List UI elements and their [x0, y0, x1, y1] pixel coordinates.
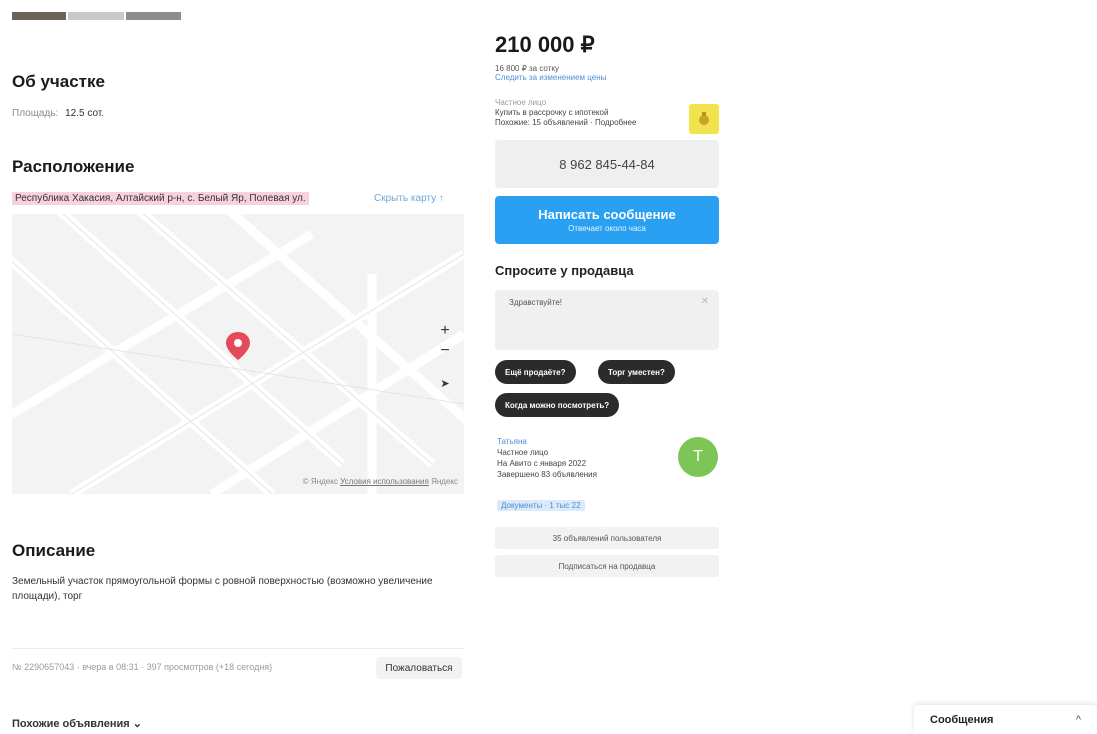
price-per-unit: 16 800 ₽ за сотку Следить за изменением …	[495, 64, 606, 82]
area-label: Площадь:	[12, 108, 59, 119]
show-phone-button[interactable]: 8 962 845-44-84	[495, 140, 719, 188]
seller-badge: Документы · 1 тыс 22	[497, 500, 585, 511]
complain-button[interactable]: Пожаловаться	[376, 657, 462, 679]
zoom-in-button[interactable]: +	[434, 320, 456, 342]
map-terms-link[interactable]: Условия использования	[340, 477, 429, 486]
price-per-unit-text: 16 800 ₽ за сотку	[495, 64, 559, 73]
quick-question-chip[interactable]: Когда можно посмотреть?	[495, 393, 620, 417]
write-message-label: Написать сообщение	[538, 207, 676, 222]
zoom-out-button[interactable]: −	[434, 340, 456, 362]
gallery-thumb[interactable]	[126, 12, 181, 20]
divider	[12, 648, 464, 649]
gallery-thumbnails[interactable]	[12, 12, 181, 20]
area-value: 12.5 сот.	[65, 108, 105, 119]
all-ads-button[interactable]: 35 объявлений пользователя	[495, 527, 719, 549]
map[interactable]: + − ➤ © Яндекс Условия использования Янд…	[12, 214, 464, 494]
gallery-thumb[interactable]	[68, 12, 124, 20]
quick-question-chip[interactable]: Торг уместен?	[598, 360, 675, 384]
seller-card: Татьяна Частное лицо На Авито с января 2…	[497, 436, 597, 480]
price-watch-link[interactable]: Следить за изменением цены	[495, 73, 606, 82]
locate-icon[interactable]: ➤	[434, 372, 456, 394]
write-message-button[interactable]: Написать сообщение Отвечает около часа	[495, 196, 719, 244]
address-text: Республика Хакасия, Алтайский р-н, с. Бе…	[12, 192, 309, 205]
seller-line-2[interactable]: Похожие: 15 объявлений · Подробнее	[495, 118, 636, 128]
map-copyright-text: © Яндекс	[302, 477, 338, 486]
quick-question-chip[interactable]: Ещё продаёте?	[495, 360, 576, 384]
seller-since: На Авито с января 2022	[497, 459, 587, 468]
seller-type: Частное лицо	[495, 98, 547, 107]
ask-seller-title: Спросите у продавца	[495, 263, 634, 278]
map-copyright: © Яндекс Условия использования Яндекс	[303, 477, 458, 486]
seller-line-1: Купить в рассрочку с ипотекой	[495, 108, 609, 117]
ad-meta: № 2290657043 · вчера в 08:31 · 397 просм…	[12, 662, 273, 672]
area-param: Площадь: 12.5 сот.	[12, 108, 104, 119]
hide-map-link[interactable]: Скрыть карту ↑	[374, 193, 444, 204]
seller-ads-count: Завершено 83 объявления	[497, 470, 597, 479]
description-text: Земельный участок прямоугольной формы с …	[12, 576, 433, 602]
avatar[interactable]: Т	[678, 437, 718, 477]
similar-ads-toggle[interactable]: Похожие объявления ⌄	[12, 717, 142, 730]
seller-type-text: Частное лицо	[497, 448, 549, 457]
ask-input-value: Здравствуйте!	[509, 298, 563, 307]
ask-seller-input[interactable]: Здравствуйте! ✕	[495, 290, 719, 350]
map-brand[interactable]: Яндекс	[431, 477, 458, 486]
map-roads	[12, 214, 464, 494]
clear-icon[interactable]: ✕	[701, 296, 709, 307]
description-title: Описание	[12, 541, 96, 560]
subscribe-button[interactable]: Подписаться на продавца	[495, 555, 719, 577]
messenger-label: Сообщения	[930, 713, 994, 726]
gallery-thumb[interactable]	[12, 12, 66, 20]
about-title: Об участке	[12, 72, 105, 91]
price: 210 000 ₽	[495, 32, 595, 57]
seller-info: Купить в рассрочку с ипотекой Похожие: 1…	[495, 108, 636, 128]
chevron-up-icon[interactable]: ^	[1076, 714, 1081, 726]
medal-icon	[689, 104, 719, 134]
messenger-widget[interactable]: Сообщения ^	[914, 705, 1097, 734]
seller-name-link[interactable]: Татьяна	[497, 436, 597, 447]
write-message-sub: Отвечает около часа	[568, 224, 646, 233]
location-title: Расположение	[12, 157, 135, 176]
